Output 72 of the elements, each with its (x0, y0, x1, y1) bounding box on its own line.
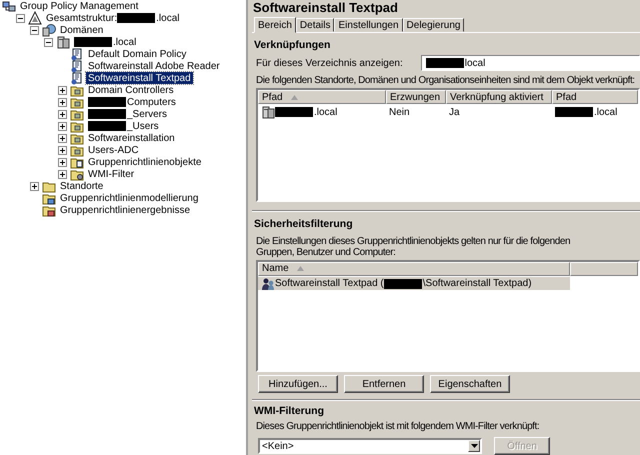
console-icon (2, 0, 16, 13)
tab[interactable]: Details (296, 18, 334, 32)
column-header[interactable] (570, 262, 638, 276)
section-heading: Verknüpfungen (254, 39, 332, 51)
tree-item[interactable]: Gruppenrichtlinienergebnisse (58, 204, 192, 216)
column-header[interactable]: Name (258, 262, 570, 276)
wmi-filter-dropdown[interactable]: <Kein> (258, 438, 482, 454)
table-cell: .local (314, 106, 338, 118)
tree-item[interactable]: WMI-Filter (86, 168, 136, 180)
tree-item[interactable]: Softwareinstall Adobe Reader (86, 60, 222, 72)
tree-item[interactable]: Default Domain Policy (86, 48, 188, 60)
tab[interactable]: Bereich (254, 17, 296, 33)
tree-item[interactable]: Gruppenrichtlinienobjekte (86, 156, 204, 168)
tab[interactable]: Einstellungen (334, 18, 403, 32)
panel-title: Softwareinstall Textpad (252, 0, 399, 15)
description-text: Dieses Gruppenrichtlinienobjekt ist mit folgendem WMI-Filter verknüpft: (256, 421, 540, 432)
tree-item[interactable]: Standorte (58, 180, 106, 192)
expand-toggle[interactable] (58, 98, 67, 106)
collapse-toggle[interactable] (16, 14, 25, 22)
table-cell: Ja (449, 106, 460, 118)
server-icon (56, 35, 70, 49)
tree-item: .local (113, 36, 136, 48)
expand-toggle[interactable] (58, 110, 67, 118)
action-button[interactable]: Hinzufügen... (258, 375, 338, 393)
tree-item[interactable]: Users-ADC (86, 144, 141, 156)
server-icon (261, 105, 275, 119)
triangle-icon (28, 11, 42, 25)
description-text: Die folgenden Standorte, Domänen und Organisationseinheiten sind mit dem Objekt verknüpft: (256, 75, 636, 86)
tree-item: _Servers (127, 108, 168, 120)
expand-toggle[interactable] (58, 134, 67, 142)
tree-item[interactable]: Softwareinstallation (86, 132, 177, 144)
tree-item[interactable]: Domain Controllers (86, 84, 176, 96)
scroll-icon (70, 71, 84, 85)
tree-item[interactable]: Softwareinstall Textpad (86, 72, 193, 84)
tree-item[interactable]: Group Policy Management (18, 0, 140, 12)
tree-item[interactable]: Gruppenrichtlinienmodellierung (58, 192, 200, 204)
tree-item: Computers (127, 96, 176, 108)
field-label: Für dieses Verzeichnis anzeigen: (256, 58, 403, 68)
table-cell: Nein (389, 106, 410, 118)
scroll-icon (70, 47, 84, 61)
tree-item: .local (156, 12, 180, 24)
dropdown-arrow-icon (470, 444, 478, 448)
expand-toggle[interactable] (58, 122, 67, 130)
description-text: Die Einstellungen dieses Gruppenrichtlinienobjekts gelten nur für die folgenden Gruppen, Benutzer und Computer: (256, 236, 572, 258)
row-label: \Softwareinstall Textpad) (422, 278, 532, 290)
users-icon (261, 276, 275, 291)
expand-toggle[interactable] (58, 158, 67, 166)
row-label: Softwareinstall Textpad ( (275, 278, 384, 290)
column-header[interactable]: Erzwungen (386, 90, 446, 104)
column-header[interactable]: Pfad (258, 90, 386, 104)
section-heading: WMI-Filterung (254, 405, 325, 417)
action-button[interactable]: Entfernen (344, 375, 424, 393)
globe-server-icon (42, 23, 56, 37)
tab[interactable]: Delegierung (402, 18, 464, 32)
location-field[interactable]: local (420, 55, 640, 71)
tree-item[interactable]: Domänen (58, 24, 106, 36)
tree-item: _Users (127, 120, 159, 132)
expand-toggle[interactable] (58, 86, 67, 94)
list-row[interactable]: Softwareinstall Textpad ( \Softwareinstall Textpad) (258, 276, 570, 290)
expand-toggle[interactable] (30, 182, 39, 190)
column-header[interactable]: Pfad (552, 90, 638, 104)
field-value: local (464, 58, 486, 68)
expand-toggle[interactable] (58, 146, 67, 154)
action-button[interactable]: Eigenschaften (430, 375, 510, 393)
section-heading: Sicherheitsfilterung (254, 218, 354, 230)
collapse-toggle[interactable] (30, 26, 39, 34)
column-header[interactable]: Verknüpfung aktiviert (446, 90, 552, 104)
collapse-toggle[interactable] (44, 38, 53, 46)
tree-item: Gesamtstruktur: (46, 12, 118, 24)
scroll-icon (70, 59, 84, 73)
expand-toggle[interactable] (58, 170, 67, 178)
table-cell: .local (594, 106, 618, 118)
